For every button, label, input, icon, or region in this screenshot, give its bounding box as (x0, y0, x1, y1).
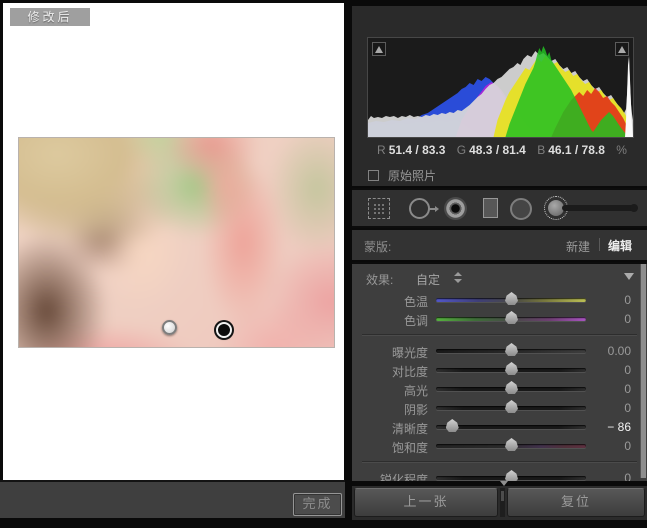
brush-handle-icon (562, 205, 636, 211)
rgb-readout: R51.4 / 83.3 G48.3 / 81.4 B46.1 / 78.8 % (352, 143, 647, 161)
r-label: R (377, 143, 386, 157)
preset-dropdown[interactable]: 自定 (416, 271, 440, 288)
r-value: 51.4 / 83.3 (389, 143, 446, 157)
tool-strip (352, 188, 647, 228)
reset-button[interactable]: 复位 (507, 488, 645, 517)
histogram-plot[interactable] (367, 37, 634, 138)
graduated-filter-tool-icon[interactable] (483, 198, 498, 218)
slider-knob[interactable] (505, 362, 518, 375)
slider-row: 清晰度 − 86 (352, 417, 647, 436)
effects-panel: 效果: 自定 色温 0 色调 0 曝光度 0.00 对比度 0 高光 0 阴影 … (352, 262, 647, 481)
slider-label: 饱和度 (352, 439, 428, 456)
caret-up-icon (454, 272, 462, 276)
develop-panel: R51.4 / 83.3 G48.3 / 81.4 B46.1 / 78.8 %… (352, 0, 647, 528)
radial-filter-tool-icon[interactable] (510, 198, 532, 220)
histogram-graph (368, 40, 633, 137)
b-label: B (537, 143, 545, 157)
footer-divider (500, 488, 505, 517)
slider-label: 高光 (352, 382, 428, 399)
brush-pin-inactive[interactable] (162, 320, 177, 335)
shadow-clipping-indicator[interactable] (372, 42, 386, 56)
triangle-icon (375, 46, 383, 53)
crop-tool-icon[interactable] (368, 198, 390, 219)
slider-row: 色调 0 (352, 309, 647, 328)
slider-knob[interactable] (446, 419, 459, 432)
slider-track[interactable] (436, 425, 586, 429)
slider-value: 0.00 (579, 344, 631, 358)
mask-edit-button[interactable]: 编辑 (608, 237, 632, 254)
mask-new-button[interactable]: 新建 (566, 238, 590, 255)
slider-knob[interactable] (505, 438, 518, 451)
mask-label: 蒙版: (364, 238, 391, 255)
slider-row: 曝光度 0.00 (352, 341, 647, 360)
after-badge: 修改后 (10, 8, 90, 26)
histogram-section: R51.4 / 83.3 G48.3 / 81.4 B46.1 / 78.8 %… (352, 6, 647, 186)
spot-arrow-icon (429, 208, 435, 210)
slider-knob[interactable] (505, 292, 518, 305)
original-photo-label: 原始照片 (388, 167, 436, 184)
original-photo-row: 原始照片 (368, 165, 436, 185)
slider-label: 曝光度 (352, 344, 428, 361)
slider-value: 0 (579, 363, 631, 377)
mask-row: 蒙版: 新建 编辑 (352, 230, 647, 260)
slider-row: 对比度 0 (352, 360, 647, 379)
panel-scrollbar[interactable] (640, 264, 646, 478)
red-eye-tool-icon[interactable] (444, 197, 467, 220)
triangle-icon (618, 46, 626, 53)
slider-value: 0 (579, 471, 631, 481)
photo-image (18, 137, 335, 348)
photo-preview (18, 137, 335, 348)
slider-knob[interactable] (505, 470, 518, 481)
slider-knob[interactable] (505, 311, 518, 324)
slider-knob[interactable] (505, 381, 518, 394)
slider-group-divider (362, 461, 637, 463)
slider-row: 色温 0 (352, 290, 647, 309)
slider-label: 锐化程度 (352, 471, 428, 481)
slider-list: 色温 0 色调 0 曝光度 0.00 对比度 0 高光 0 阴影 0 清晰度 −… (352, 290, 647, 481)
g-value: 48.3 / 81.4 (469, 143, 526, 157)
caret-down-icon (454, 279, 462, 283)
slider-label: 清晰度 (352, 420, 428, 437)
preset-spinner-icon[interactable] (454, 272, 462, 283)
previous-button[interactable]: 上一张 (354, 488, 498, 517)
mask-separator (599, 238, 600, 251)
footer-divider-thumb (501, 491, 504, 501)
effects-header: 效果: 自定 (352, 264, 647, 290)
slider-row: 锐化程度 0 (352, 468, 647, 481)
percent-label: % (616, 143, 627, 157)
slider-knob[interactable] (505, 343, 518, 356)
slider-row: 阴影 0 (352, 398, 647, 417)
done-button[interactable]: 完成 (293, 493, 342, 516)
slider-label: 对比度 (352, 363, 428, 380)
preview-canvas: 修改后 (3, 3, 344, 480)
original-photo-checkbox[interactable] (368, 170, 379, 181)
highlight-clipping-indicator[interactable] (615, 42, 629, 56)
slider-row: 高光 0 (352, 379, 647, 398)
crop-grid-icon (372, 202, 386, 215)
g-label: G (457, 143, 466, 157)
adjustment-brush-tool-icon[interactable] (546, 196, 642, 222)
slider-value: 0 (579, 401, 631, 415)
slider-value: 0 (579, 293, 631, 307)
slider-label: 色调 (352, 312, 428, 329)
slider-label: 阴影 (352, 401, 428, 418)
preview-toolbar: 完成 (0, 480, 345, 518)
slider-label: 色温 (352, 293, 428, 310)
spot-removal-tool-icon[interactable] (409, 198, 430, 219)
slider-value: 0 (579, 312, 631, 326)
slider-knob[interactable] (505, 400, 518, 413)
slider-value: − 86 (579, 420, 631, 434)
slider-row: 饱和度 0 (352, 436, 647, 455)
b-value: 46.1 / 78.8 (548, 143, 605, 157)
slider-value: 0 (579, 382, 631, 396)
brush-pin-active[interactable] (216, 322, 232, 338)
slider-value: 0 (579, 439, 631, 453)
effects-label: 效果: (366, 271, 393, 288)
slider-group-divider (362, 334, 637, 336)
panel-collapse-icon[interactable] (624, 273, 634, 280)
panel-footer: 上一张 复位 (352, 486, 647, 520)
